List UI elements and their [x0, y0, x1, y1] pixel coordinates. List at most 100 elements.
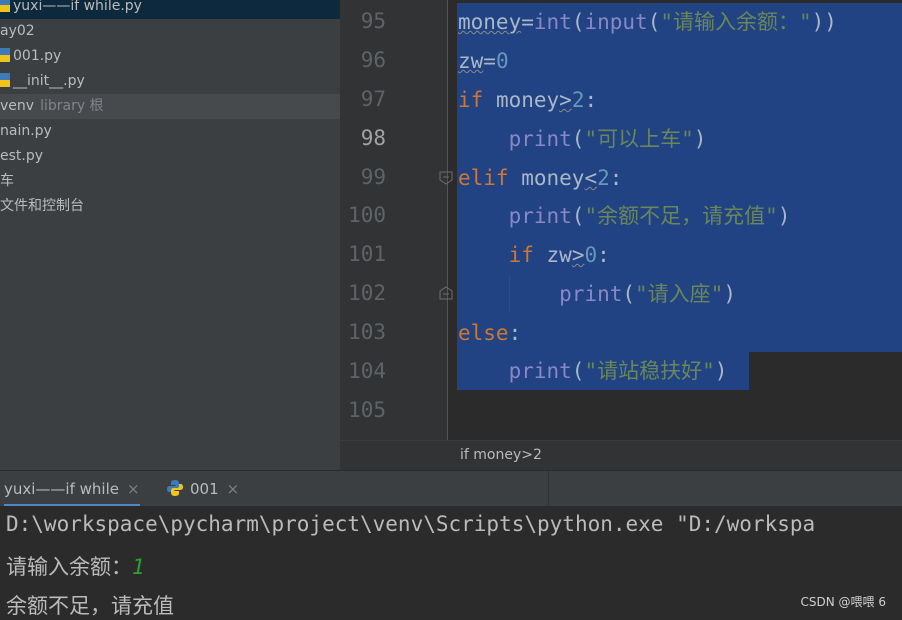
keyword-token: else	[458, 321, 509, 345]
close-icon[interactable]: ×	[127, 480, 140, 498]
tree-item-label: __init__.py	[13, 73, 85, 89]
code-line-100[interactable]: print("余额不足，请充值")	[458, 197, 791, 236]
console-output-line: 余额不足，请充值	[6, 594, 174, 618]
string-token: "请站稳扶好"	[584, 359, 715, 383]
tree-item-venv[interactable]: venv library 根	[0, 94, 340, 119]
builtin-token: print	[508, 204, 572, 228]
number-token: 0	[584, 243, 598, 267]
paren-token: (	[571, 127, 585, 151]
string-token: "余额不足，请充值"	[584, 204, 778, 228]
paren-token: (	[622, 282, 636, 306]
python-icon	[167, 480, 183, 496]
keyword-token: elif	[458, 166, 509, 190]
op-token: =	[521, 10, 534, 34]
close-icon[interactable]: ×	[227, 480, 240, 498]
number-token: 2	[571, 88, 585, 112]
builtin-token: print	[508, 359, 572, 383]
tree-item-label: 车	[0, 173, 14, 189]
fold-end-icon[interactable]	[439, 286, 453, 300]
line-number: 99	[360, 165, 386, 189]
var-token: money	[495, 88, 560, 112]
tree-item-scratches-consoles[interactable]: 文件和控制台	[0, 194, 340, 219]
string-token: "请入座"	[635, 282, 724, 306]
python-file-icon	[0, 0, 10, 12]
code-line-97[interactable]: if money>2:	[458, 81, 597, 120]
console-user-input: 1	[132, 555, 145, 579]
paren-token: (	[571, 359, 585, 383]
line-number: 100	[348, 203, 386, 227]
op-token: >	[559, 88, 572, 112]
python-file-icon	[0, 73, 10, 87]
console-prompt: 请输入余额：	[6, 555, 132, 579]
tree-item-day02[interactable]: ay02	[0, 19, 340, 44]
op-token: >	[571, 243, 585, 267]
string-token: "可以上车"	[584, 127, 694, 151]
run-console[interactable]: D:\workspace\pycharm\project\venv\Script…	[0, 506, 902, 619]
colon-token: :	[609, 166, 623, 190]
op-token: =	[483, 49, 496, 73]
tree-item-label: nain.py	[0, 123, 52, 139]
builtin-token: print	[559, 282, 623, 306]
paren-token: (	[571, 10, 585, 34]
code-line-104[interactable]: print("请站稳扶好")	[458, 352, 728, 391]
code-line-95[interactable]: money=int(input("请输入余额："))	[458, 3, 837, 42]
colon-token: :	[508, 321, 522, 345]
tree-item-main[interactable]: nain.py	[0, 119, 340, 144]
tree-item-label: venv	[0, 98, 35, 114]
watermark: CSDN @喂喂 6	[800, 595, 886, 609]
project-tree: yuxi——if while.py ay02 001.py __init__.p…	[0, 0, 340, 470]
string-token: "请输入余额："	[660, 10, 812, 34]
breadcrumb-item[interactable]: if money>2	[460, 447, 542, 463]
var-token: zw	[546, 243, 572, 267]
run-tab-label: 001	[190, 480, 219, 498]
tree-item-external-libraries[interactable]: 车	[0, 169, 340, 194]
keyword-token: if	[508, 243, 534, 267]
var-token: money	[458, 10, 522, 34]
line-number: 96	[360, 48, 386, 72]
library-root-label: library 根	[40, 98, 104, 114]
var-token: zw	[458, 49, 484, 73]
python-file-icon	[0, 48, 10, 62]
tree-item-label: yuxi——if while.py	[13, 0, 142, 14]
editor-breadcrumb[interactable]: if money>2	[340, 440, 902, 471]
run-tab-yuxi[interactable]: yuxi——if while ×	[4, 471, 140, 507]
line-number: 97	[360, 87, 386, 111]
paren-token: )	[693, 127, 707, 151]
tree-item-label: 001.py	[13, 48, 62, 64]
line-number: 103	[348, 320, 386, 344]
tree-item-label: est.py	[0, 148, 44, 164]
colon-token: :	[584, 88, 598, 112]
number-token: 2	[597, 166, 610, 190]
tree-item-001[interactable]: 001.py	[0, 44, 340, 69]
run-tab-001[interactable]: 001 ×	[166, 471, 239, 507]
console-command-line: D:\workspace\pycharm\project\venv\Script…	[6, 512, 816, 536]
run-tab-label: yuxi——if while	[4, 480, 119, 498]
line-number: 104	[348, 359, 386, 383]
code-line-98[interactable]: print("可以上车")	[458, 120, 707, 159]
gutter-divider	[447, 0, 448, 440]
var-token: money	[521, 166, 585, 190]
colon-token: :	[597, 243, 610, 267]
paren-token: (	[647, 10, 661, 34]
code-line-101[interactable]: if zw>0:	[458, 236, 610, 275]
tree-item-label: ay02	[0, 23, 35, 39]
paren-token: )	[777, 204, 791, 228]
line-number-current: 98	[360, 126, 386, 150]
builtin-token: print	[508, 127, 572, 151]
builtin-token: input	[584, 10, 648, 34]
builtin-token: int	[533, 10, 572, 34]
code-line-99[interactable]: elif money<2:	[458, 159, 622, 198]
fold-collapse-icon[interactable]	[439, 171, 453, 185]
line-number: 105	[348, 398, 386, 422]
tree-item-init[interactable]: __init__.py	[0, 69, 340, 94]
code-line-102[interactable]: print("请入座")	[458, 275, 736, 314]
code-line-96[interactable]: zw=0	[458, 42, 509, 81]
line-number: 101	[348, 242, 386, 266]
line-number: 95	[360, 9, 386, 33]
tree-item-yuxi-if-while[interactable]: yuxi——if while.py	[0, 0, 340, 19]
paren-token: )	[723, 282, 736, 306]
line-number: 102	[348, 281, 386, 305]
run-tabs: yuxi——if while × 001 ×	[0, 470, 902, 507]
code-line-103[interactable]: else:	[458, 314, 521, 353]
tree-item-test[interactable]: est.py	[0, 144, 340, 169]
